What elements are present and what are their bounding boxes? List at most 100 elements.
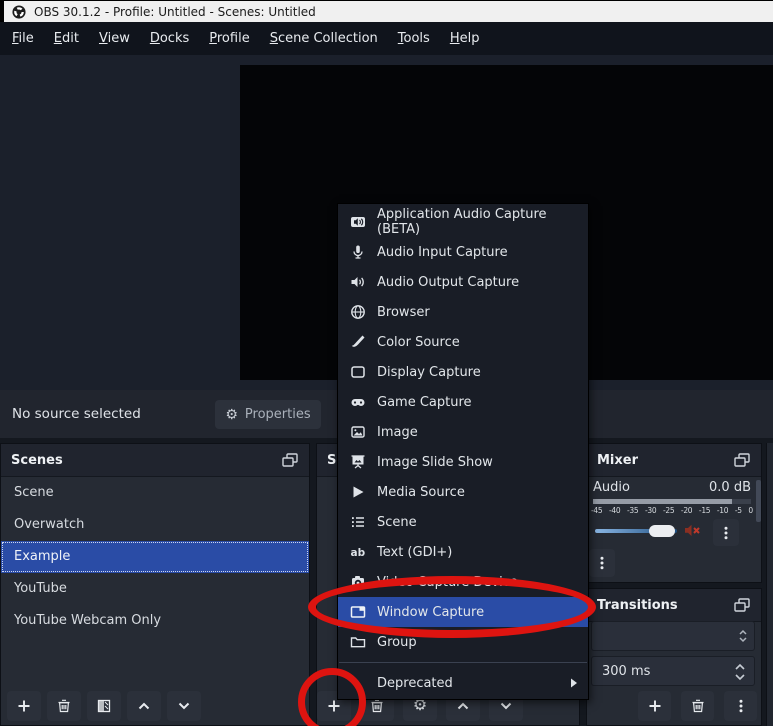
kebab-icon — [600, 556, 604, 570]
transition-options-button[interactable] — [724, 691, 757, 721]
display-icon — [350, 364, 366, 380]
scene-item-selected[interactable]: Example — [1, 541, 309, 573]
menu-item-media-source[interactable]: Media Source — [338, 477, 588, 507]
menu-item-deprecated[interactable]: Deprecated — [338, 668, 588, 698]
mixer-panel-header: Mixer — [587, 444, 761, 477]
filters-icon — [97, 699, 111, 713]
trash-icon — [371, 699, 383, 713]
scene-item[interactable]: YouTube Webcam Only — [1, 605, 309, 637]
mixer-options-button[interactable] — [589, 549, 615, 577]
menu-item-application-audio-capture[interactable]: Application Audio Capture (BETA) — [338, 207, 588, 237]
chevron-up-icon — [138, 702, 150, 710]
menu-file[interactable]: File — [2, 27, 44, 50]
menu-item-scene[interactable]: Scene — [338, 507, 588, 537]
dock-edge-strip — [766, 443, 773, 726]
titlebar: OBS 30.1.2 - Profile: Untitled - Scenes:… — [0, 0, 773, 22]
scenes-panel-header: Scenes — [1, 444, 309, 477]
menu-item-audio-input-capture[interactable]: Audio Input Capture — [338, 237, 588, 267]
popout-icon[interactable] — [733, 597, 751, 613]
chevron-down-icon — [500, 702, 512, 710]
speaker-icon — [350, 274, 366, 290]
menu-item-audio-output-capture[interactable]: Audio Output Capture — [338, 267, 588, 297]
chevron-up-icon — [457, 702, 469, 710]
popout-icon[interactable] — [733, 452, 751, 468]
microphone-icon — [350, 244, 366, 260]
add-source-menu: Application Audio Capture (BETA) Audio I… — [337, 203, 589, 700]
properties-button[interactable]: ⚙ Properties — [215, 400, 321, 429]
menu-item-image[interactable]: Image — [338, 417, 588, 447]
move-scene-up-button[interactable] — [127, 691, 161, 721]
scene-item[interactable]: YouTube — [1, 573, 309, 605]
no-source-status: No source selected — [12, 406, 141, 422]
scenes-list: Scene Overwatch Example YouTube YouTube … — [1, 477, 309, 637]
duration-value: 300 ms — [602, 663, 651, 679]
menu-item-video-capture-device[interactable]: Video Capture Device — [338, 567, 588, 597]
menu-item-game-capture[interactable]: Game Capture — [338, 387, 588, 417]
blank-icon — [350, 675, 366, 691]
scene-filters-button[interactable] — [87, 691, 121, 721]
obs-logo-icon — [12, 4, 26, 19]
transition-duration-spinner[interactable]: 300 ms — [591, 656, 755, 686]
add-transition-button[interactable] — [638, 691, 671, 721]
scenes-toolbar — [7, 691, 207, 721]
plus-icon — [649, 700, 660, 712]
window-icon — [350, 604, 366, 620]
menu-item-text-gdi[interactable]: ab Text (GDI+) — [338, 537, 588, 567]
menu-item-display-capture[interactable]: Display Capture — [338, 357, 588, 387]
mute-icon[interactable] — [683, 522, 701, 539]
menu-tools[interactable]: Tools — [388, 27, 440, 50]
slideshow-icon — [350, 454, 366, 470]
scenes-panel-title: Scenes — [11, 452, 63, 468]
globe-icon — [350, 304, 366, 320]
volume-meter-fill — [593, 499, 733, 504]
transition-select[interactable] — [591, 621, 755, 651]
trash-icon — [58, 699, 70, 713]
menu-view[interactable]: View — [89, 27, 140, 50]
trash-icon — [692, 699, 703, 713]
add-scene-button[interactable] — [7, 691, 41, 721]
menu-item-group[interactable]: Group — [338, 627, 588, 657]
remove-transition-button[interactable] — [681, 691, 714, 721]
gear-icon: ⚙ — [225, 406, 238, 423]
popout-icon[interactable] — [281, 452, 299, 468]
mixer-track-audio: Audio 0.0 dB -45 -40 -35 -30 -25 -20 -15 -10 -5 0 — [591, 477, 753, 546]
menu-edit[interactable]: Edit — [44, 27, 89, 50]
obs-window: OBS 30.1.2 - Profile: Untitled - Scenes:… — [0, 0, 773, 726]
transitions-panel: Transitions 300 ms — [586, 588, 762, 726]
menu-scene-collection[interactable]: Scene Collection — [260, 27, 388, 50]
track-name: Audio — [593, 480, 630, 495]
meter-scale: -45 -40 -35 -30 -25 -20 -15 -10 -5 0 — [591, 506, 753, 515]
menubar: File Edit View Docks Profile Scene Colle… — [0, 22, 773, 55]
menu-item-color-source[interactable]: Color Source — [338, 327, 588, 357]
camera-icon — [350, 574, 366, 590]
transitions-toolbar — [628, 691, 757, 721]
mixer-panel-title: Mixer — [597, 452, 639, 468]
menu-help[interactable]: Help — [440, 27, 490, 50]
folder-icon — [350, 634, 366, 650]
submenu-arrow-icon — [570, 678, 578, 688]
menu-item-window-capture[interactable]: Window Capture — [338, 597, 588, 627]
gamepad-icon — [350, 394, 366, 410]
track-options-button[interactable] — [713, 519, 739, 546]
menu-item-image-slide-show[interactable]: Image Slide Show — [338, 447, 588, 477]
scene-item[interactable]: Overwatch — [1, 509, 309, 541]
svg-text:ab: ab — [351, 547, 366, 559]
menu-separator — [339, 662, 587, 663]
menu-profile[interactable]: Profile — [199, 27, 259, 50]
application-audio-icon — [350, 214, 366, 230]
menu-item-browser[interactable]: Browser — [338, 297, 588, 327]
spinner-chevrons-icon[interactable] — [732, 660, 748, 684]
plus-icon — [328, 700, 340, 712]
volume-slider-handle[interactable] — [649, 525, 675, 537]
remove-scene-button[interactable] — [47, 691, 81, 721]
menu-docks[interactable]: Docks — [140, 27, 199, 50]
gear-icon: ⚙ — [412, 697, 428, 714]
move-scene-down-button[interactable] — [167, 691, 201, 721]
mixer-scrollbar[interactable] — [756, 480, 761, 522]
window-title: OBS 30.1.2 - Profile: Untitled - Scenes:… — [34, 4, 316, 19]
kebab-icon — [739, 699, 742, 713]
scene-item[interactable]: Scene — [1, 477, 309, 509]
volume-meter — [593, 499, 751, 504]
play-icon — [350, 484, 366, 500]
transitions-panel-header: Transitions — [587, 589, 761, 622]
